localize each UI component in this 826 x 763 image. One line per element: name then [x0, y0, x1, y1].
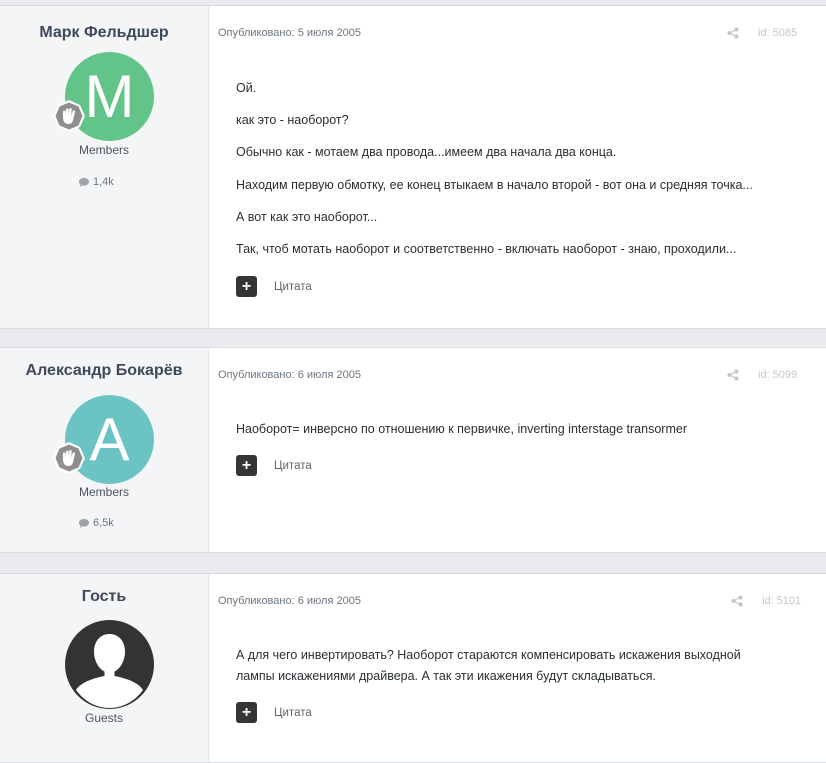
- add-button[interactable]: +: [236, 276, 257, 297]
- author-name: Гость: [81, 588, 127, 605]
- post-id[interactable]: id: 5101: [762, 595, 801, 607]
- post-5099: Александр Бокарёв A Members 6,5k Опублик…: [0, 347, 826, 553]
- post-count-value: 1,4k: [93, 176, 114, 188]
- author-panel: Гость Guests: [0, 574, 209, 762]
- quote-button[interactable]: Цитата: [274, 281, 312, 293]
- share-icon[interactable]: [727, 27, 739, 39]
- post-5101: Гость Guests Опубликовано: 6 июля 2005 i…: [0, 573, 826, 763]
- post-actions: + Цитата: [236, 455, 312, 476]
- share-icon[interactable]: [731, 595, 743, 607]
- add-button[interactable]: +: [236, 702, 257, 723]
- user-group: Members: [78, 485, 129, 499]
- post-id[interactable]: id: 5085: [758, 27, 797, 39]
- post-count: 6,5k: [78, 517, 114, 529]
- quote-button[interactable]: Цитата: [274, 460, 312, 472]
- content-line: как это - наоборот?: [236, 113, 349, 127]
- user-silhouette-icon: [65, 620, 154, 709]
- content-line: А для чего инвертировать? Наоборот стара…: [236, 648, 741, 662]
- user-group: Members: [78, 143, 129, 157]
- user-group: Guests: [84, 711, 123, 725]
- author-name[interactable]: Александр Бокарёв: [0, 362, 208, 380]
- hand-badge-icon: [53, 100, 85, 132]
- content-line: А вот как это наоборот...: [236, 210, 378, 224]
- published-date[interactable]: Опубликовано: 5 июля 2005: [218, 27, 361, 39]
- post-count: 1,4k: [78, 176, 114, 188]
- speech-bubble-icon: [79, 177, 89, 187]
- plus-icon: +: [241, 278, 252, 295]
- post-actions: + Цитата: [236, 276, 312, 297]
- post-id[interactable]: id: 5099: [758, 369, 797, 381]
- author-panel: Александр Бокарёв A Members 6,5k: [0, 348, 209, 552]
- content-line: Находим первую обмотку, ее конец втыкаем…: [236, 178, 753, 192]
- hand-badge-icon: [53, 442, 85, 474]
- content-line: Наоборот= инверсно по отношению к первич…: [236, 422, 687, 436]
- author-name[interactable]: Марк Фельдшер: [0, 24, 208, 42]
- share-icon[interactable]: [727, 369, 739, 381]
- speech-bubble-icon: [79, 518, 89, 528]
- published-date[interactable]: Опубликовано: 6 июля 2005: [218, 369, 361, 381]
- plus-icon: +: [241, 704, 252, 721]
- post-count-value: 6,5k: [93, 517, 114, 529]
- published-date[interactable]: Опубликовано: 6 июля 2005: [218, 595, 361, 607]
- content-line: Ой.: [236, 81, 257, 95]
- avatar-letter: M: [84, 63, 135, 130]
- post-actions: + Цитата: [236, 702, 312, 723]
- author-panel: Марк Фельдшер M Members 1,4k: [0, 6, 209, 328]
- quote-button[interactable]: Цитата: [274, 707, 312, 719]
- avatar-letter: A: [89, 406, 130, 473]
- post-content: Наоборот= инверсно по отношению к первич…: [236, 422, 806, 436]
- content-line: лампы искажениями драйвера. А так эти ик…: [236, 669, 656, 683]
- post-5085: Марк Фельдшер M Members 1,4k Опубликован…: [0, 5, 826, 329]
- content-line: Так, чтоб мотать наоборот и соответствен…: [236, 242, 737, 256]
- plus-icon: +: [241, 457, 252, 474]
- content-line: Обычно как - мотаем два провода...имеем …: [236, 145, 617, 159]
- add-button[interactable]: +: [236, 455, 257, 476]
